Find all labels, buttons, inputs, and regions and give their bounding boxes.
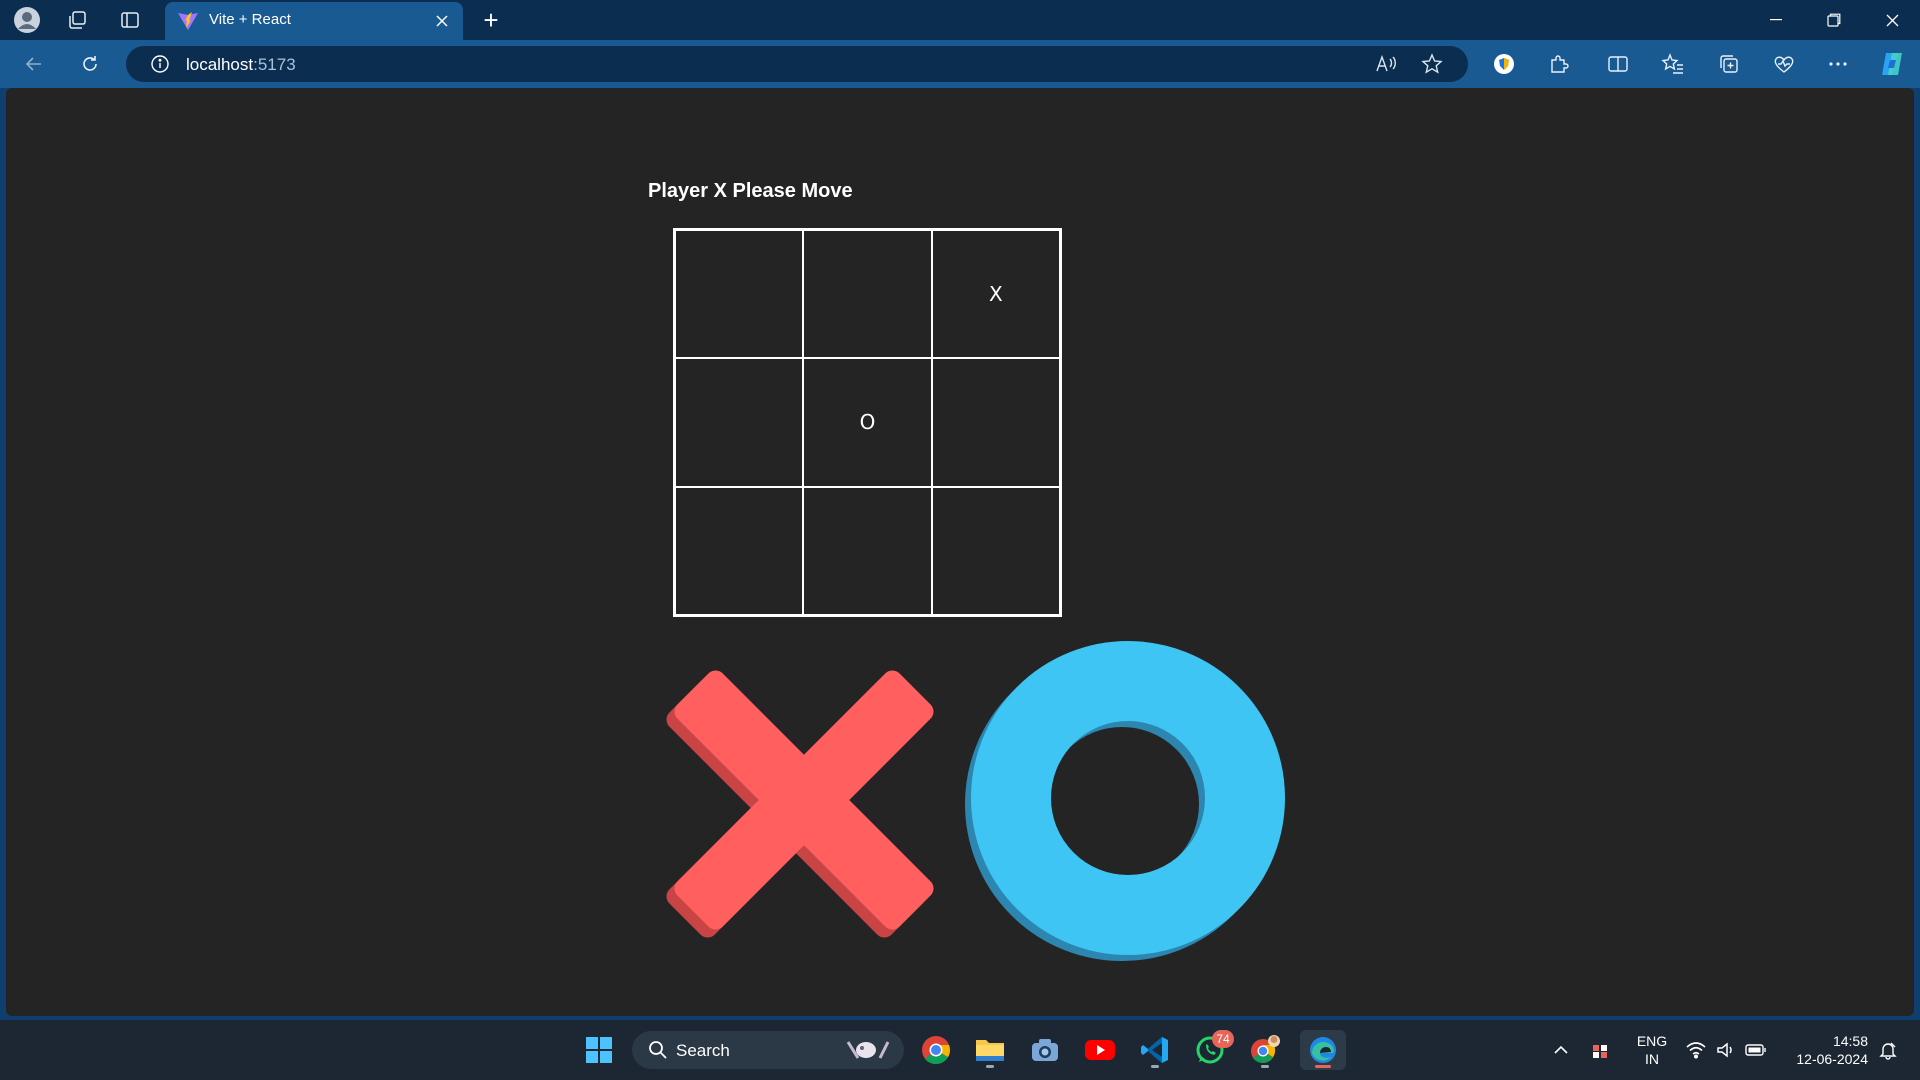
vscode-icon[interactable]	[1135, 1030, 1175, 1070]
favorites-list-icon[interactable]	[1655, 46, 1691, 82]
board-cell-1[interactable]	[675, 230, 804, 359]
extensions-puzzle-icon[interactable]	[1541, 46, 1577, 82]
board-cell-5[interactable]: O	[803, 358, 932, 487]
running-indicator	[1261, 1065, 1269, 1068]
clock-date: 12-06-2024	[1796, 1051, 1868, 1067]
url-port: :5173	[253, 55, 296, 74]
new-tab-button[interactable]: +	[476, 5, 506, 35]
url-host: localhost	[186, 55, 254, 74]
tic-tac-toe-board: X O	[673, 228, 1062, 617]
file-explorer-icon[interactable]	[970, 1030, 1010, 1070]
minimize-button[interactable]	[1747, 0, 1805, 40]
game-status: Player X Please Move	[648, 180, 853, 202]
shield-extension-icon[interactable]	[1486, 46, 1522, 82]
language-indicator[interactable]: ENG IN	[1630, 1032, 1674, 1068]
close-tab-icon[interactable]	[431, 10, 453, 32]
clock-time: 14:58	[1832, 1033, 1868, 1049]
search-icon	[638, 1030, 678, 1070]
board-cell-8[interactable]	[803, 486, 932, 615]
active-tab[interactable]: Vite + React	[165, 2, 463, 40]
browser-tab-strip: Vite + React +	[0, 0, 1920, 40]
notification-center-icon[interactable]	[1870, 1030, 1906, 1070]
collections-icon[interactable]	[1711, 46, 1747, 82]
board-cell-7[interactable]	[675, 486, 804, 615]
back-arrow-icon[interactable]	[16, 46, 52, 82]
whatsapp-icon[interactable]: 74	[1190, 1030, 1234, 1070]
tab-title: Vite + React	[209, 11, 291, 28]
more-options-icon[interactable]	[1820, 46, 1856, 82]
url-text: localhost:5173	[186, 55, 296, 75]
xo-logo	[666, 641, 1285, 961]
browser-essentials-heart-icon[interactable]	[1766, 46, 1802, 82]
chrome-icon[interactable]	[916, 1030, 956, 1070]
split-screen-icon[interactable]	[1600, 46, 1636, 82]
profile-avatar-icon[interactable]	[12, 5, 42, 35]
tray-app-icon[interactable]	[1582, 1030, 1618, 1070]
copilot-icon[interactable]	[1874, 46, 1910, 82]
edge-browser-icon[interactable]	[1300, 1030, 1346, 1070]
taskbar-search[interactable]: Search	[632, 1031, 904, 1069]
board-cell-3[interactable]: X	[931, 230, 1060, 359]
search-label: Search	[676, 1041, 730, 1060]
board-cell-9[interactable]	[931, 486, 1060, 615]
start-windows-icon[interactable]	[579, 1030, 619, 1070]
restore-button[interactable]	[1805, 0, 1863, 40]
read-aloud-icon[interactable]	[1368, 46, 1404, 82]
search-highlight-icon	[838, 1030, 898, 1070]
clock[interactable]: 14:58 12-06-2024	[1782, 1032, 1868, 1068]
site-info-icon[interactable]	[142, 46, 178, 82]
camera-icon[interactable]	[1025, 1030, 1065, 1070]
chrome-profile-icon[interactable]	[1245, 1030, 1285, 1070]
youtube-icon[interactable]	[1080, 1030, 1120, 1070]
language-code: ENG	[1636, 1033, 1668, 1049]
windows-taskbar: Search 74 ENG IN 14:58 12-06-2024	[0, 1020, 1920, 1080]
favorite-star-icon[interactable]	[1414, 46, 1450, 82]
battery-icon[interactable]	[1738, 1030, 1774, 1070]
workspaces-icon[interactable]	[62, 5, 92, 35]
browser-toolbar: localhost:5173	[0, 40, 1920, 88]
vertical-tabs-icon[interactable]	[115, 5, 145, 35]
page-viewport: Player X Please Move X O	[6, 88, 1914, 1016]
active-app-indicator	[1315, 1065, 1331, 1068]
address-bar[interactable]: localhost:5173	[126, 46, 1468, 82]
region-code: IN	[1645, 1051, 1659, 1067]
notification-badge: 74	[1212, 1030, 1234, 1048]
close-window-button[interactable]	[1863, 0, 1920, 40]
running-indicator	[1151, 1065, 1159, 1068]
vite-logo-icon	[177, 11, 199, 36]
refresh-icon[interactable]	[72, 46, 108, 82]
board-cell-6[interactable]	[931, 358, 1060, 487]
board-cell-2[interactable]	[803, 230, 932, 359]
show-hidden-icons-chevron-icon[interactable]	[1543, 1030, 1579, 1070]
board-cell-4[interactable]	[675, 358, 804, 487]
o-logo-icon	[965, 641, 1285, 961]
running-indicator	[986, 1065, 994, 1068]
